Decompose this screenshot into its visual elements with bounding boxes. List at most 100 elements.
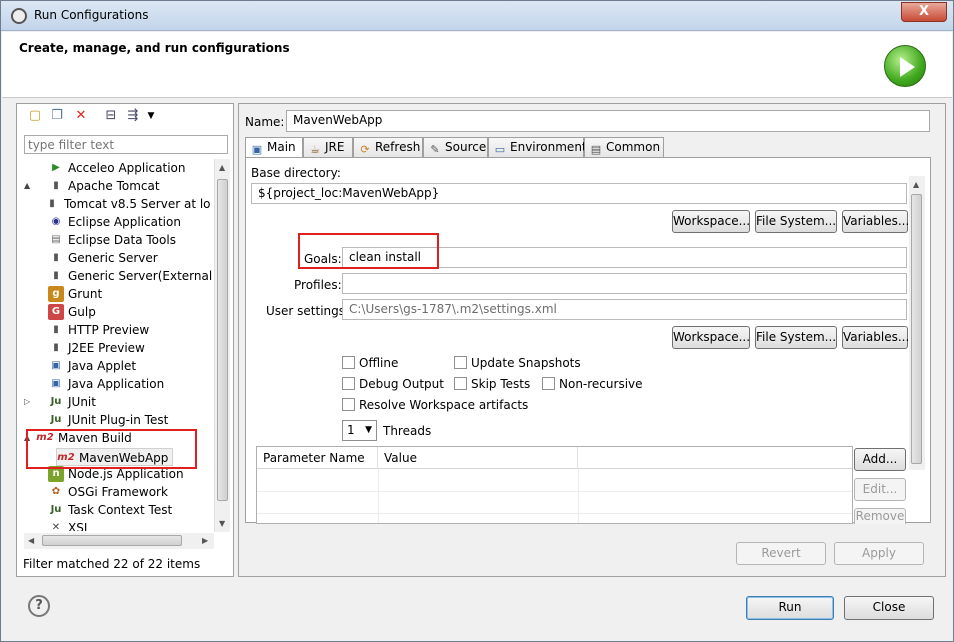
tab-environment[interactable]: ▭ Environment	[488, 137, 587, 157]
resolve-workspace-checkbox[interactable]: Resolve Workspace artifacts	[342, 398, 528, 414]
tab-scroll-thumb[interactable]	[911, 194, 922, 464]
user-settings-label: User settings:	[266, 304, 350, 318]
close-button[interactable]: Close	[844, 596, 934, 620]
non-recursive-checkbox[interactable]: Non-recursive	[542, 377, 643, 393]
configuration-tree: ▶ Acceleo Application ▲ ▮ Apache Tomcat ▮ To…	[24, 159, 214, 531]
tree-item-java-application[interactable]: ▣ Java Application	[24, 375, 164, 393]
task-icon: Ju	[50, 504, 62, 515]
tree-item-java-applet[interactable]: ▣ Java Applet	[24, 357, 136, 375]
tree-item-http-preview[interactable]: ▮ HTTP Preview	[24, 321, 149, 339]
xsl-icon: ✕	[51, 522, 61, 531]
parameter-table-header: Parameter Name Value	[257, 447, 852, 469]
tree-item-junit-plugin[interactable]: Ju JUnit Plug-in Test	[24, 411, 169, 429]
window-title: Run Configurations	[34, 8, 149, 22]
server-icon: ▮	[53, 270, 59, 281]
add-parameter-button[interactable]: Add...	[854, 448, 906, 471]
settings-variables-button[interactable]: Variables...	[842, 326, 909, 349]
base-workspace-button[interactable]: Workspace...	[672, 210, 750, 233]
checkbox-box[interactable]	[342, 377, 355, 390]
tree-item-generic-server[interactable]: ▮ Generic Server	[24, 249, 157, 267]
tomcat-icon: ▮	[53, 180, 59, 191]
settings-workspace-button[interactable]: Workspace...	[672, 326, 750, 349]
checkbox-box[interactable]	[454, 356, 467, 369]
run-button[interactable]: Run	[746, 596, 834, 620]
help-icon[interactable]: ?	[28, 595, 50, 617]
remove-parameter-button[interactable]: Remove	[854, 508, 906, 524]
filter-config-icon[interactable]: ⇶	[125, 108, 141, 124]
base-directory-input[interactable]: ${project_loc:MavenWebApp}	[251, 183, 907, 204]
view-menu-icon[interactable]: ▼	[143, 108, 159, 124]
environment-tab-icon: ▭	[494, 143, 506, 156]
profiles-label: Profiles:	[294, 278, 342, 292]
duplicate-config-icon[interactable]: ❐	[49, 108, 65, 124]
tab-common[interactable]: ▤ Common	[584, 137, 664, 157]
tree-horizontal-scrollbar[interactable]: ◀ ▶	[24, 533, 214, 549]
tab-source[interactable]: ✎ Source	[423, 137, 488, 157]
header-title: Create, manage, and run configurations	[19, 41, 290, 55]
tree-item-generic-server-external[interactable]: ▮Generic Server(External Laun	[24, 267, 214, 285]
filter-input[interactable]	[24, 135, 228, 154]
profiles-input[interactable]	[342, 273, 907, 294]
tree-item-grunt[interactable]: g Grunt	[24, 285, 102, 303]
offline-checkbox[interactable]: Offline	[342, 356, 398, 372]
column-value[interactable]: Value	[378, 447, 578, 469]
tab-vertical-scrollbar[interactable]: ▲	[909, 176, 925, 470]
collapse-all-icon[interactable]: ⊟	[103, 108, 119, 124]
title-bar[interactable]: Run Configurations X	[1, 1, 953, 31]
tree-item-gulp[interactable]: G Gulp	[24, 303, 96, 321]
edit-parameter-button[interactable]: Edit...	[854, 478, 906, 501]
tree-vertical-scrollbar[interactable]: ▲ ▼	[214, 159, 230, 532]
tree-item-xsl[interactable]: ✕ XSL	[24, 519, 91, 531]
tree-item-apache-tomcat[interactable]: ▲ ▮ Apache Tomcat	[24, 177, 160, 195]
tree-item-eclipse-application[interactable]: ◉ Eclipse Application	[24, 213, 181, 231]
tab-main[interactable]: ▣ Main	[245, 137, 303, 158]
column-parameter-name[interactable]: Parameter Name	[257, 447, 378, 469]
jre-tab-icon: ☕	[310, 143, 320, 156]
grunt-icon: g	[48, 286, 64, 302]
new-config-icon[interactable]: ▢	[27, 108, 43, 124]
tab-refresh[interactable]: ⟳ Refresh	[353, 137, 423, 157]
tree-expander[interactable]: ▷	[24, 393, 36, 411]
tree-item-j2ee-preview[interactable]: ▮ J2EE Preview	[24, 339, 145, 357]
refresh-tab-icon: ⟳	[360, 143, 370, 156]
run-banner-icon	[884, 45, 926, 87]
server-icon: ▮	[53, 252, 59, 263]
checkbox-box[interactable]	[342, 398, 355, 411]
delete-config-icon[interactable]: ✕	[73, 108, 89, 124]
base-variables-button[interactable]: Variables...	[842, 210, 909, 233]
server-icon: ▮	[49, 198, 55, 209]
tree-item-tomcat-server[interactable]: ▮ Tomcat v8.5 Server at lo	[44, 195, 210, 213]
parameter-table[interactable]: Parameter Name Value	[256, 446, 853, 524]
revert-button[interactable]: Revert	[736, 542, 826, 565]
skip-tests-checkbox[interactable]: Skip Tests	[454, 377, 530, 393]
server-icon: ▮	[53, 342, 59, 353]
tree-item-task-context[interactable]: Ju Task Context Test	[24, 501, 173, 519]
tree-scroll-thumb[interactable]	[217, 179, 228, 501]
run-configurations-window: Run Configurations X Create, manage, and…	[0, 0, 954, 642]
window-close-button[interactable]: X	[901, 2, 947, 22]
main-tab-icon: ▣	[251, 143, 263, 156]
gulp-icon: G	[48, 304, 64, 320]
tree-item-eclipse-data-tools[interactable]: ▤ Eclipse Data Tools	[24, 231, 176, 249]
settings-filesystem-button[interactable]: File System...	[755, 326, 837, 349]
user-settings-input[interactable]: C:\Users\gs-1787\.m2\settings.xml	[342, 299, 907, 320]
apply-button[interactable]: Apply	[834, 542, 924, 565]
tree-expander[interactable]: ▲	[24, 177, 36, 195]
chevron-down-icon: ▼	[365, 425, 372, 435]
tree-item-junit[interactable]: ▷ Ju JUnit	[24, 393, 96, 411]
debug-output-checkbox[interactable]: Debug Output	[342, 377, 444, 393]
update-snapshots-checkbox[interactable]: Update Snapshots	[454, 356, 581, 372]
goals-highlight	[298, 233, 439, 269]
tree-item-osgi[interactable]: ✿ OSGi Framework	[24, 483, 168, 501]
base-filesystem-button[interactable]: File System...	[755, 210, 837, 233]
checkbox-box[interactable]	[342, 356, 355, 369]
tree-item-acceleo[interactable]: ▶ Acceleo Application	[24, 159, 185, 177]
checkbox-box[interactable]	[542, 377, 555, 390]
threads-select[interactable]: 1 ▼	[342, 420, 377, 441]
checkbox-box[interactable]	[454, 377, 467, 390]
configuration-list-panel: ▢ ❐ ✕ ⊟ ⇶ ▼ ▶Acceleo Application ▲▮Apach…	[16, 103, 234, 577]
tab-jre[interactable]: ☕ JRE	[303, 137, 353, 157]
tree-hscroll-thumb[interactable]	[42, 535, 182, 546]
acceleo-icon: ▶	[52, 162, 60, 173]
name-input[interactable]: MavenWebApp	[286, 110, 930, 132]
